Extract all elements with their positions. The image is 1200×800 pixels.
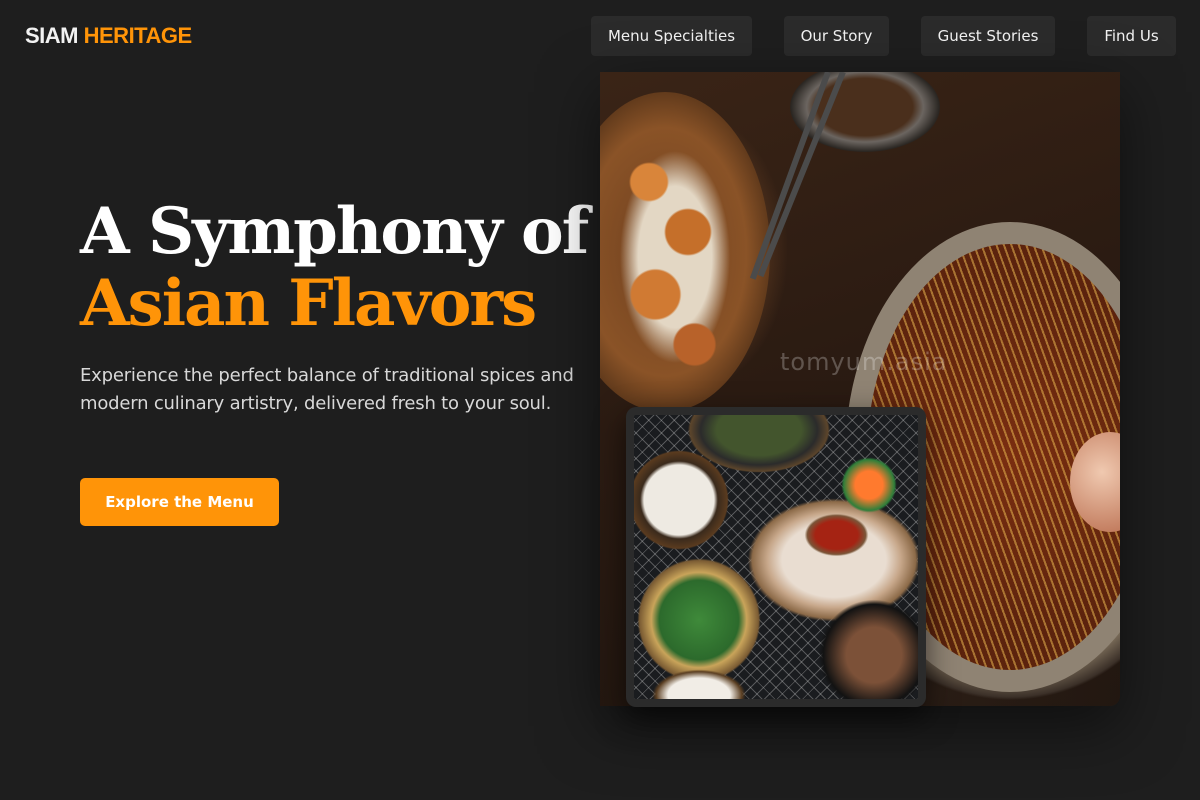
nav-item-menu-specialties[interactable]: Menu Specialties xyxy=(591,16,752,56)
image-watermark: tomyum.asia xyxy=(780,348,948,376)
fried-chicken xyxy=(610,132,740,382)
chili-sauce-bowl xyxy=(799,510,874,560)
inset-food-image xyxy=(634,415,918,699)
explore-menu-button[interactable]: Explore the Menu xyxy=(80,478,279,526)
carved-carrot-garnish xyxy=(834,455,904,515)
nav-item-find-us[interactable]: Find Us xyxy=(1087,16,1176,56)
inset-image-frame xyxy=(626,407,926,707)
nav-item-guest-stories[interactable]: Guest Stories xyxy=(921,16,1055,56)
rice-bowl xyxy=(634,445,734,555)
nav-item-our-story[interactable]: Our Story xyxy=(784,16,889,56)
hero-title: A Symphony of Asian Flavors xyxy=(80,196,600,340)
main-nav: Menu Specialties Our Story Guest Stories… xyxy=(0,16,1200,56)
hero-title-line2: Asian Flavors xyxy=(80,266,537,341)
hero-title-line1: A Symphony of xyxy=(80,194,589,269)
hero-subtitle: Experience the perfect balance of tradit… xyxy=(80,365,574,414)
